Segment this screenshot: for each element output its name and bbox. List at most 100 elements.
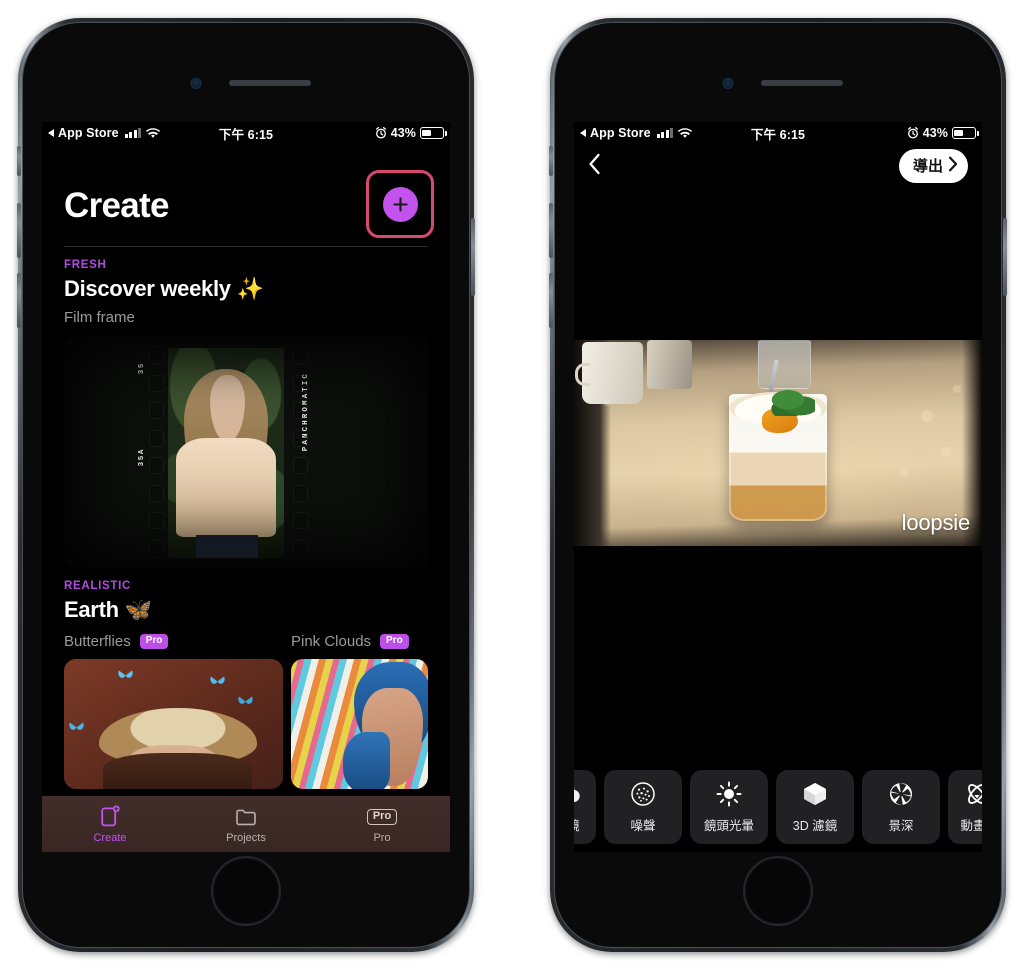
- create-header: Create: [42, 144, 450, 238]
- back-arrow-icon[interactable]: [48, 129, 54, 137]
- card-header: Butterflies Pro: [64, 633, 283, 650]
- mute-switch[interactable]: [549, 146, 553, 176]
- create-document-plus-icon: [100, 804, 120, 829]
- section-title: Discover weekly ✨: [64, 276, 264, 301]
- status-bar: App Store 下午 6:15 43%: [42, 122, 450, 144]
- export-label: 導出: [912, 158, 943, 175]
- status-bar-clock: 下午 6:15: [218, 127, 274, 142]
- back-arrow-icon[interactable]: [580, 129, 586, 137]
- home-button[interactable]: [743, 856, 813, 926]
- sun-flare-icon: [716, 780, 742, 808]
- tool-animation[interactable]: 動畫: [948, 770, 982, 844]
- tool-label: 3D 濾鏡: [792, 819, 838, 833]
- alarm-clock-icon: [907, 127, 919, 139]
- plus-icon: [391, 195, 410, 214]
- card-pink-clouds[interactable]: Pink Clouds Pro: [291, 633, 428, 789]
- mute-switch[interactable]: [17, 146, 21, 176]
- volume-down-button[interactable]: [549, 273, 553, 328]
- cellular-bars-icon: [124, 128, 142, 138]
- cube-3d-icon: [802, 780, 828, 808]
- status-bar-right: 43%: [273, 126, 447, 140]
- preview-image[interactable]: loopsie: [574, 340, 982, 546]
- export-button[interactable]: 導出: [898, 149, 968, 183]
- front-camera-icon: [722, 78, 734, 89]
- battery-icon: [952, 127, 979, 139]
- wifi-icon: [146, 127, 161, 139]
- orbit-animation-icon: [964, 780, 982, 808]
- tool-label: 濾鏡: [574, 815, 580, 834]
- butterfly-icon: [209, 675, 226, 688]
- alarm-clock-icon: [375, 127, 387, 139]
- tool-label: 景深: [888, 819, 914, 833]
- loopsie-create-screen: Create FRESH Discover weekly ✨ Film fram…: [42, 144, 450, 852]
- editor-toolbar[interactable]: 濾鏡 噪聲 鏡頭光暈: [574, 770, 982, 844]
- right-screen: App Store 下午 6:15 43% 導出 loopsie 噪聲 鏡頭光暈…: [574, 122, 982, 852]
- loopsie-editor-screen: 導出 loopsie 噪聲 鏡頭光暈 3D 濾鏡 景深 動畫: [574, 144, 982, 852]
- section-title: Earth 🦋: [64, 597, 152, 622]
- butterfly-icon: [117, 669, 134, 682]
- tab-projects[interactable]: Projects: [178, 805, 314, 844]
- earpiece-speaker: [229, 80, 311, 86]
- tool-depth[interactable]: 景深: [862, 770, 940, 844]
- back-button[interactable]: [588, 153, 601, 180]
- right-phone-device: App Store 下午 6:15 43% 導出 loopsie 噪聲 鏡頭光暈…: [549, 18, 1007, 952]
- home-button[interactable]: [211, 856, 281, 926]
- tool-3d-filter[interactable]: 3D 濾鏡: [776, 770, 854, 844]
- status-bar-right: 43%: [805, 126, 979, 140]
- pro-badge-icon: Pro: [366, 805, 398, 829]
- power-button[interactable]: [1003, 218, 1007, 296]
- card-butterflies[interactable]: Butterflies Pro: [64, 633, 283, 789]
- film-artwork: 35 35A PANCHROMATIC: [64, 336, 428, 568]
- status-bar-left: App Store: [48, 126, 219, 140]
- volume-up-button[interactable]: [549, 203, 553, 258]
- volume-up-button[interactable]: [17, 203, 21, 258]
- status-back-app-label[interactable]: App Store: [590, 126, 651, 140]
- tool-noise[interactable]: 噪聲: [604, 770, 682, 844]
- battery-percent-label: 43%: [922, 126, 949, 140]
- earpiece-speaker: [761, 80, 843, 86]
- butterfly-icon: [237, 695, 254, 708]
- volume-down-button[interactable]: [17, 273, 21, 328]
- status-bar-clock: 下午 6:15: [750, 127, 806, 142]
- battery-icon: [420, 127, 447, 139]
- card-thumbnail[interactable]: [291, 659, 428, 789]
- aperture-icon: [888, 780, 914, 808]
- editor-navbar: 導出: [574, 144, 982, 188]
- tab-create[interactable]: Create: [42, 804, 178, 844]
- wifi-icon: [678, 127, 693, 139]
- status-bar: App Store 下午 6:15 43%: [574, 122, 982, 144]
- power-button[interactable]: [471, 218, 475, 296]
- front-camera-icon: [190, 78, 202, 89]
- section-kicker: REALISTIC: [64, 580, 131, 592]
- add-button[interactable]: [382, 186, 418, 222]
- page-title: Create: [64, 186, 169, 225]
- chevron-right-icon: [948, 156, 958, 176]
- butterfly-icon: [68, 721, 85, 734]
- card-thumbnail[interactable]: [64, 659, 283, 789]
- card-label: Butterflies: [64, 633, 131, 650]
- battery-percent-label: 43%: [390, 126, 417, 140]
- status-bar-left: App Store: [580, 126, 751, 140]
- section-subtitle: Film frame: [64, 309, 135, 326]
- tab-label: Projects: [226, 831, 266, 844]
- status-back-app-label[interactable]: App Store: [58, 126, 119, 140]
- screenshot-stage: App Store 下午 6:15 43% Create FRESH Disco…: [0, 0, 1024, 970]
- tool-label: 鏡頭光暈: [703, 819, 754, 833]
- pro-badge: Pro: [139, 634, 169, 649]
- cellular-bars-icon: [656, 128, 674, 138]
- section-fresh: FRESH Discover weekly ✨ Film frame: [42, 247, 450, 326]
- noise-grain-icon: [630, 780, 656, 808]
- loopsie-watermark: loopsie: [901, 510, 971, 535]
- film-frame-card[interactable]: 35 35A PANCHROMATIC: [64, 336, 428, 568]
- tab-label: Create: [93, 831, 127, 844]
- section-realistic: REALISTIC Earth 🦋: [42, 568, 450, 623]
- tool-label: 噪聲: [630, 819, 656, 833]
- bokeh-circles-icon: [574, 780, 586, 808]
- tool-filter[interactable]: 濾鏡: [574, 770, 596, 844]
- add-button-highlight: [366, 170, 434, 238]
- film-vignette: [64, 336, 428, 568]
- tool-lens-flare[interactable]: 鏡頭光暈: [690, 770, 768, 844]
- left-phone-device: App Store 下午 6:15 43% Create FRESH Disco…: [17, 18, 475, 952]
- tab-pro[interactable]: Pro Pro: [314, 805, 450, 844]
- tool-label: 動畫: [960, 819, 982, 833]
